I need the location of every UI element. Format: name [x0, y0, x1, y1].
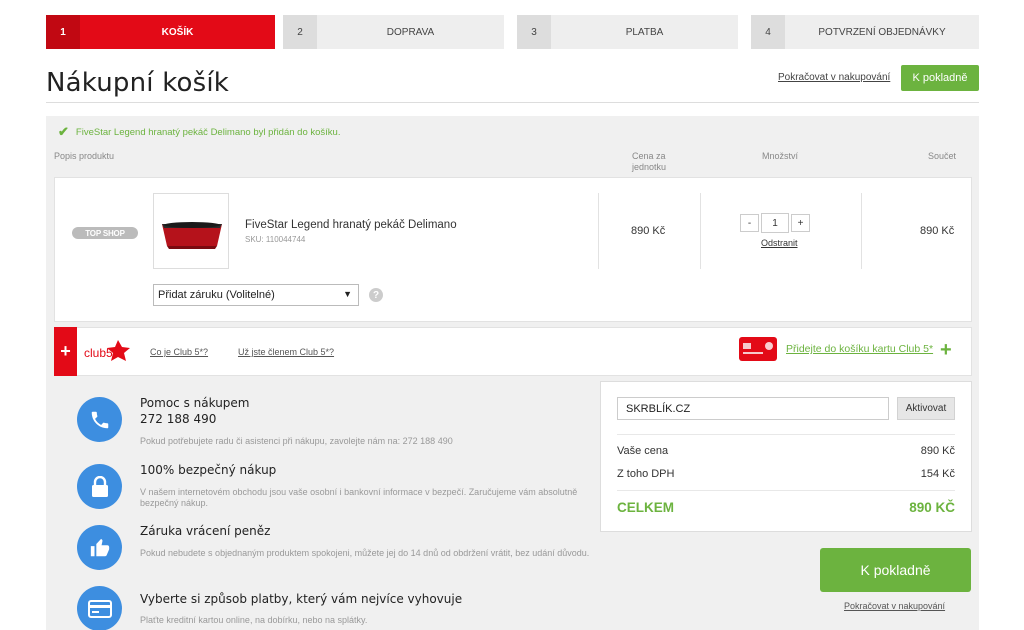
divider [700, 193, 701, 269]
step-number: 1 [46, 15, 80, 49]
increase-quantity-button[interactable]: + [791, 214, 810, 232]
feature-description: Pokud nebudete s objednaným produktem sp… [140, 548, 590, 558]
feature-description: V našem internetovém obchodu jsou vaše o… [140, 487, 578, 508]
warranty-select[interactable]: Přidat záruku (Volitelné) ▼ [153, 284, 359, 306]
checkout-steps: 1 KOŠÍK 2 DOPRAVA 3 PLATBA 4 POTVRZENÍ O… [46, 15, 979, 49]
step-label: DOPRAVA [386, 26, 435, 38]
step-label: KOŠÍK [161, 26, 194, 38]
topshop-logo: TOP SHOP [72, 227, 138, 239]
price-label: Vaše cena [617, 445, 669, 457]
thumbs-up-icon [77, 525, 122, 570]
feature-title: 100% bezpečný nákup [140, 463, 277, 477]
column-header-description: Popis produktu [54, 151, 115, 161]
step-cart[interactable]: 1 KOŠÍK [46, 15, 275, 49]
phone-icon [77, 397, 122, 442]
column-header-unit-price: Cena za jednotku [632, 151, 667, 172]
decrease-quantity-button[interactable]: - [740, 214, 759, 232]
divider [617, 434, 955, 435]
add-plus-icon[interactable]: + [940, 339, 952, 362]
club5-card-icon [739, 337, 777, 361]
feature-title: Záruka vrácení peněz [140, 524, 271, 538]
step-number: 3 [517, 15, 551, 49]
vat-value: 154 Kč [920, 468, 955, 480]
club5-logo: club5 [84, 338, 136, 364]
page-title: Nákupní košík [46, 68, 230, 98]
help-icon[interactable]: ? [369, 288, 383, 302]
what-is-club5-link[interactable]: Co je Club 5*? [150, 347, 208, 357]
activate-coupon-button[interactable]: Aktivovat [897, 397, 955, 420]
feature-title: Pomoc s nákupem [140, 396, 250, 410]
divider [598, 193, 599, 269]
lock-icon [77, 464, 122, 509]
step-confirmation[interactable]: 4 POTVRZENÍ OBJEDNÁVKY [751, 15, 979, 49]
divider [617, 490, 955, 491]
quantity-input[interactable]: 1 [761, 213, 789, 233]
step-payment[interactable]: 3 PLATBA [517, 15, 738, 49]
added-notice: ✔ FiveStar Legend hranatý pekáč Delimano… [58, 124, 340, 140]
credit-card-icon [77, 586, 122, 630]
divider [46, 102, 979, 103]
add-club5-card-link[interactable]: Přidejte do košíku kartu Club 5* [786, 343, 933, 355]
checkmark-icon: ✔ [58, 124, 69, 139]
grand-total-value: 890 KČ [909, 500, 955, 515]
club5-member-link[interactable]: Už jste členem Club 5*? [238, 347, 334, 357]
added-notice-text: FiveStar Legend hranatý pekáč Delimano b… [75, 126, 341, 138]
product-thumbnail[interactable] [153, 193, 229, 269]
remove-item-link[interactable]: Odstranit [761, 238, 798, 248]
quantity-stepper: - 1 + [740, 213, 810, 233]
continue-shopping-link[interactable]: Pokračovat v nakupování [778, 72, 890, 83]
feature-description: Plaťte kreditní kartou online, na dobírk… [140, 615, 368, 625]
dropdown-arrow-icon: ▼ [343, 289, 352, 299]
step-label: POTVRZENÍ OBJEDNÁVKY [818, 26, 946, 38]
checkout-button-top[interactable]: K pokladně [901, 65, 979, 91]
step-number: 4 [751, 15, 785, 49]
feature-description: Pokud potřebujete radu či asistenci při … [140, 436, 453, 446]
column-header-quantity: Množství [762, 151, 799, 161]
product-name[interactable]: FiveStar Legend hranatý pekáč Delimano [245, 219, 457, 231]
warranty-select-value: Přidat záruku (Volitelné) [158, 289, 275, 301]
continue-shopping-link-bottom[interactable]: Pokračovat v nakupování [844, 601, 945, 611]
line-total: 890 Kč [920, 225, 955, 237]
coupon-input[interactable]: SKRBLÍK.CZ [617, 397, 889, 420]
plus-icon[interactable]: + [54, 327, 77, 376]
product-sku: SKU: 110044744 [245, 235, 306, 244]
feature-title: Vyberte si způsob platby, který vám nejv… [140, 592, 463, 606]
divider [861, 193, 862, 269]
checkout-button[interactable]: K pokladně [820, 548, 971, 592]
step-shipping[interactable]: 2 DOPRAVA [283, 15, 504, 49]
step-label: PLATBA [625, 26, 664, 38]
baking-pan-icon [162, 222, 222, 249]
grand-total-label: CELKEM [617, 500, 674, 515]
price-value: 890 Kč [920, 445, 955, 457]
step-number: 2 [283, 15, 317, 49]
vat-label: Z toho DPH [617, 468, 675, 480]
unit-price: 890 Kč [631, 225, 666, 237]
column-header-total: Součet [928, 151, 957, 161]
support-phone: 272 188 490 [140, 412, 217, 426]
